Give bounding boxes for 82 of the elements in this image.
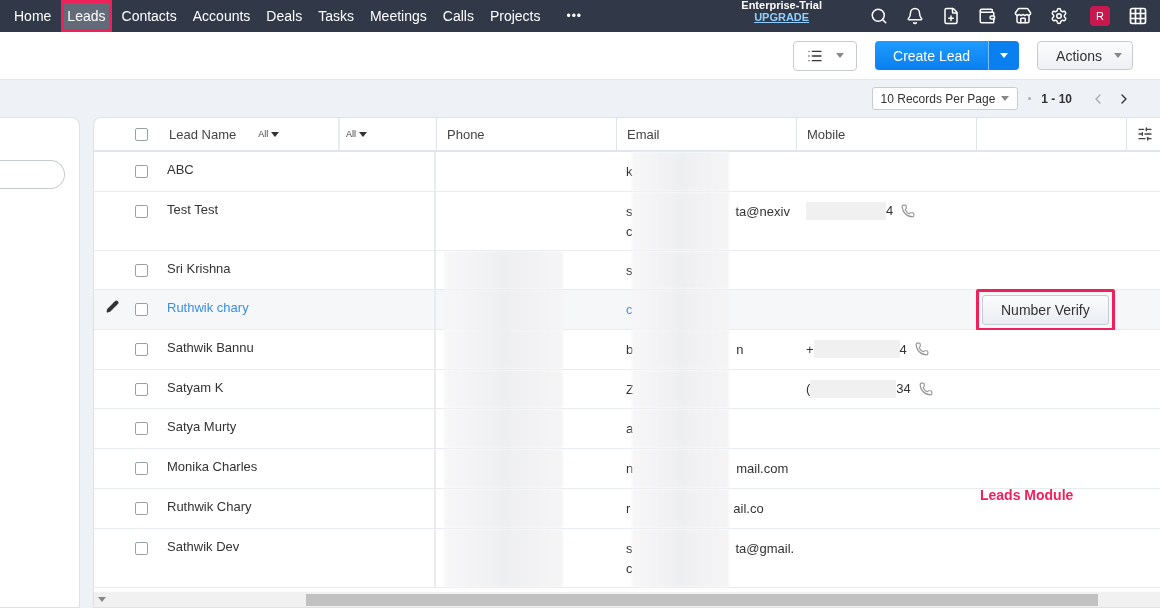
row-checkbox[interactable] xyxy=(135,204,148,218)
nav-tab[interactable]: Calls xyxy=(436,0,480,32)
view-switch-button[interactable] xyxy=(793,40,857,71)
edit-icon[interactable] xyxy=(106,300,119,314)
apps-grid-icon[interactable] xyxy=(1128,6,1148,26)
store-icon[interactable] xyxy=(1014,7,1032,25)
email-text: ta@gmail. xyxy=(735,539,795,558)
nav-tab[interactable]: Projects xyxy=(483,0,547,32)
lead-name[interactable]: Monika Charles xyxy=(167,459,258,475)
actions-button[interactable]: Actions xyxy=(1037,41,1133,70)
nav-tab[interactable]: Meetings xyxy=(363,0,433,32)
mobile-text: + xyxy=(806,341,814,357)
mobile-text: ( xyxy=(806,381,811,397)
email-text: s xyxy=(626,202,633,221)
email-text: ta@nexiv xyxy=(735,202,790,221)
email-text: a xyxy=(626,420,634,439)
plan-label: Enterprise-Trial xyxy=(741,0,822,11)
records-per-page-dropdown[interactable]: 10 Records Per Page xyxy=(871,87,1019,110)
lead-name[interactable]: Ruthwik Chary xyxy=(167,498,252,514)
create-options-button[interactable] xyxy=(988,41,1020,70)
email-text: r xyxy=(626,499,631,518)
lead-name[interactable]: Sri Krishna xyxy=(167,260,231,276)
upgrade-link[interactable]: UPGRADE xyxy=(754,11,810,23)
row-checkbox[interactable] xyxy=(135,541,148,555)
row-checkbox[interactable] xyxy=(135,462,148,476)
filter-dropdown[interactable]: All xyxy=(258,129,280,139)
lead-name[interactable]: Satyam K xyxy=(167,379,224,395)
bell-icon[interactable] xyxy=(906,7,924,25)
column-header: Email xyxy=(627,126,660,142)
wallet-icon[interactable] xyxy=(978,7,996,25)
search-icon[interactable] xyxy=(870,7,888,25)
email-text: c xyxy=(626,223,633,239)
row-checkbox[interactable] xyxy=(135,382,148,396)
lead-name[interactable]: Satya Murty xyxy=(167,419,237,435)
email-text: n xyxy=(626,460,634,479)
nav-tab[interactable]: Accounts xyxy=(186,0,257,32)
row-checkbox[interactable] xyxy=(135,263,148,277)
row-checkbox[interactable] xyxy=(135,303,148,317)
email-text: s xyxy=(626,539,633,558)
mobile-text: 34 xyxy=(896,381,911,397)
email-text: c xyxy=(626,301,633,320)
filter-dropdown[interactable]: All xyxy=(346,129,367,139)
annotation-label: Leads Module xyxy=(980,487,1074,503)
select-all-checkbox[interactable] xyxy=(135,127,148,141)
more-icon[interactable]: ••• xyxy=(566,9,583,23)
lead-name[interactable]: Sathwik Bannu xyxy=(167,340,254,356)
note-plus-icon[interactable] xyxy=(942,7,960,25)
email-text: s xyxy=(626,261,633,280)
email-text: mail.com xyxy=(736,460,789,479)
mobile-text: 4 xyxy=(886,203,894,219)
mobile-text: 4 xyxy=(899,341,907,357)
email-text: Z xyxy=(626,380,634,399)
row-checkbox[interactable] xyxy=(135,343,148,357)
nav-tab[interactable]: Contacts xyxy=(115,0,183,32)
row-checkbox[interactable] xyxy=(135,165,148,178)
settings-icon[interactable] xyxy=(1050,7,1068,25)
avatar[interactable]: R xyxy=(1090,6,1110,26)
email-text: b xyxy=(626,341,634,360)
column-settings-icon[interactable] xyxy=(1137,126,1153,142)
phone-icon[interactable] xyxy=(901,203,916,218)
column-header: Mobile xyxy=(807,126,846,142)
number-verify-button[interactable]: Number Verify xyxy=(982,295,1109,326)
horizontal-scrollbar[interactable] xyxy=(94,592,1160,607)
lead-name[interactable]: Sathwik Dev xyxy=(167,538,240,554)
email-text: ail.co xyxy=(733,499,764,518)
column-header: Lead Name xyxy=(169,126,237,142)
page-range: 1 - 10 xyxy=(1041,91,1072,106)
phone-icon[interactable] xyxy=(914,342,929,357)
email-text: k xyxy=(626,163,633,181)
email-text: n xyxy=(736,341,744,360)
search-field[interactable] xyxy=(0,160,65,189)
row-checkbox[interactable] xyxy=(135,501,148,515)
nav-tab[interactable]: Tasks xyxy=(312,0,360,32)
lead-name[interactable]: Test Test xyxy=(167,201,219,217)
row-checkbox[interactable] xyxy=(135,422,148,436)
nav-tab[interactable]: Leads xyxy=(61,0,112,32)
email-text: c xyxy=(626,560,633,576)
column-header: Phone xyxy=(447,126,485,142)
nav-tab[interactable]: Deals xyxy=(260,0,309,32)
phone-icon[interactable] xyxy=(918,381,933,396)
nav-tab[interactable]: Home xyxy=(8,0,58,32)
lead-name[interactable]: ABC xyxy=(167,162,194,177)
